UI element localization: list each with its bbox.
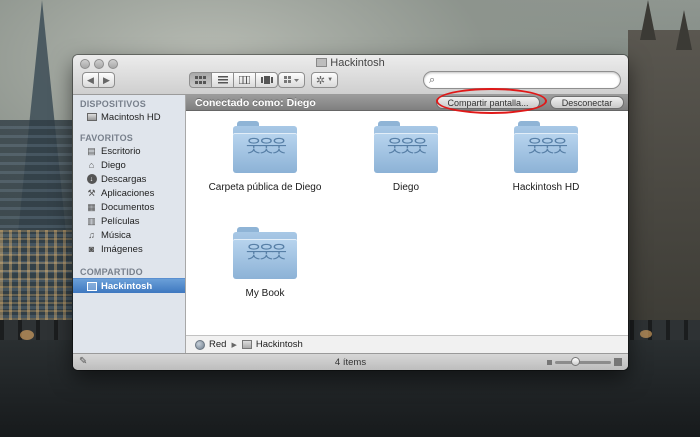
sidebar-item-hackintosh[interactable]: Hackintosh xyxy=(73,278,185,293)
sidebar-item-label: Hackintosh xyxy=(101,280,153,292)
music-icon: ♫ xyxy=(88,230,95,240)
path-bar: Red ▶ Hackintosh xyxy=(186,335,628,353)
column-view-button[interactable] xyxy=(233,72,256,88)
home-icon: ⌂ xyxy=(88,160,95,170)
pictures-icon: ◙ xyxy=(88,244,95,254)
disconnect-button[interactable]: Desconectar xyxy=(550,96,624,109)
icon-size-large-icon xyxy=(614,358,622,366)
sidebar-item-label: Escritorio xyxy=(101,145,141,157)
movies-icon: ▥ xyxy=(87,215,96,226)
folder-item[interactable]: 웃웃웃 Carpeta pública de Diego xyxy=(195,121,335,193)
sidebar: DISPOSITIVOS Macintosh HD FAVORITOS ▤ Es… xyxy=(73,95,186,353)
wallpaper-tower xyxy=(628,30,700,360)
wallpaper-spire xyxy=(676,10,692,50)
connection-label: Conectado como: Diego xyxy=(195,97,316,109)
sidebar-item-aplicaciones[interactable]: ⚒ Aplicaciones xyxy=(73,186,185,200)
sidebar-item-label: Aplicaciones xyxy=(101,187,155,199)
icon-view-icon xyxy=(195,75,206,84)
sidebar-item-musica[interactable]: ♫ Música xyxy=(73,228,185,242)
window-title-text: Hackintosh xyxy=(330,57,385,69)
sidebar-item-label: Imágenes xyxy=(101,243,143,255)
wallpaper-light xyxy=(640,330,652,338)
chevron-right-icon: ▶ xyxy=(103,74,110,85)
desktop-icon: ▤ xyxy=(87,145,96,156)
item-count: 4 ítems xyxy=(334,357,367,368)
shared-folder-icon: 웃웃웃 xyxy=(514,121,578,173)
list-view-icon xyxy=(217,76,228,84)
connection-bar: Conectado como: Diego Compartir pantalla… xyxy=(186,95,628,111)
server-icon xyxy=(316,58,328,67)
list-view-button[interactable] xyxy=(211,72,234,88)
shared-folder-icon: 웃웃웃 xyxy=(374,121,438,173)
documents-icon: ▦ xyxy=(87,201,96,212)
sidebar-item-diego[interactable]: ⌂ Diego xyxy=(73,158,185,172)
icon-view-button[interactable] xyxy=(189,72,212,88)
sidebar-item-escritorio[interactable]: ▤ Escritorio xyxy=(73,144,185,158)
folder-item[interactable]: 웃웃웃 My Book xyxy=(195,227,335,299)
search-field[interactable]: ⌕ xyxy=(423,71,621,89)
arrange-icon xyxy=(283,76,299,83)
network-icon xyxy=(195,339,205,350)
search-icon: ⌕ xyxy=(429,74,436,86)
share-screen-button[interactable]: Compartir pantalla... xyxy=(436,96,540,109)
sidebar-item-documentos[interactable]: ▦ Documentos xyxy=(73,200,185,214)
sidebar-item-label: Música xyxy=(101,229,132,241)
shared-folder-icon: 웃웃웃 xyxy=(233,227,297,279)
server-icon xyxy=(241,340,252,350)
sidebar-section-shared: COMPARTIDO xyxy=(80,267,143,277)
view-mode-control xyxy=(189,72,278,88)
finder-window: Hackintosh ◀ ▶ ✲ ▼ ⌕ DISPOSITIVOS Macint… xyxy=(73,55,628,370)
sidebar-section-favorites: FAVORITOS xyxy=(80,133,133,143)
back-button[interactable]: ◀ xyxy=(82,72,99,88)
file-icon-view: 웃웃웃 Carpeta pública de Diego 웃웃웃 Diego 웃… xyxy=(186,111,628,335)
sidebar-item-label: Macintosh HD xyxy=(101,111,161,123)
sidebar-item-descargas[interactable]: ↓ Descargas xyxy=(73,172,185,186)
path-separator-icon: ▶ xyxy=(231,341,237,349)
folder-label: Hackintosh HD xyxy=(512,182,580,193)
sidebar-section-devices: DISPOSITIVOS xyxy=(80,99,146,109)
cover-flow-icon xyxy=(260,76,273,84)
window-toolbar: Hackintosh ◀ ▶ ✲ ▼ ⌕ xyxy=(73,55,628,95)
folder-item[interactable]: 웃웃웃 Hackintosh HD xyxy=(476,121,616,193)
sidebar-item-macintosh-hd[interactable]: Macintosh HD xyxy=(73,110,185,124)
icon-size-slider-knob[interactable] xyxy=(571,357,580,366)
cover-flow-view-button[interactable] xyxy=(255,72,278,88)
applications-icon: ⚒ xyxy=(87,187,96,198)
wallpaper-light xyxy=(20,330,34,340)
icon-size-slider[interactable] xyxy=(555,361,611,364)
sidebar-item-imagenes[interactable]: ◙ Imágenes xyxy=(73,242,185,256)
status-bar: ✎ 4 ítems xyxy=(73,353,628,370)
sidebar-item-label: Películas xyxy=(101,215,140,227)
window-title: Hackintosh xyxy=(73,57,628,69)
chevron-down-icon: ▼ xyxy=(327,77,334,83)
arrange-button[interactable] xyxy=(278,72,305,88)
folder-label: Diego xyxy=(392,182,420,193)
gear-icon: ✲ xyxy=(315,74,326,87)
folder-label: My Book xyxy=(245,288,285,299)
column-view-icon xyxy=(239,76,250,84)
folder-item[interactable]: 웃웃웃 Diego xyxy=(336,121,476,193)
shared-folder-icon: 웃웃웃 xyxy=(233,121,297,173)
wallpaper-spire xyxy=(640,0,656,40)
sidebar-item-label: Diego xyxy=(101,159,126,171)
icon-size-small-icon xyxy=(547,360,552,365)
sidebar-item-peliculas[interactable]: ▥ Películas xyxy=(73,214,185,228)
path-segment-hackintosh[interactable]: Hackintosh xyxy=(256,339,303,350)
action-button[interactable]: ✲ ▼ xyxy=(311,72,338,88)
sidebar-item-label: Descargas xyxy=(101,173,147,185)
shared-computer-icon xyxy=(86,281,97,292)
sidebar-item-label: Documentos xyxy=(101,201,155,213)
folder-label: Carpeta pública de Diego xyxy=(208,182,322,193)
hard-drive-icon xyxy=(86,112,97,123)
downloads-icon: ↓ xyxy=(86,174,97,185)
path-segment-red[interactable]: Red xyxy=(209,339,226,350)
chevron-left-icon: ◀ xyxy=(87,74,94,85)
forward-button[interactable]: ▶ xyxy=(98,72,115,88)
